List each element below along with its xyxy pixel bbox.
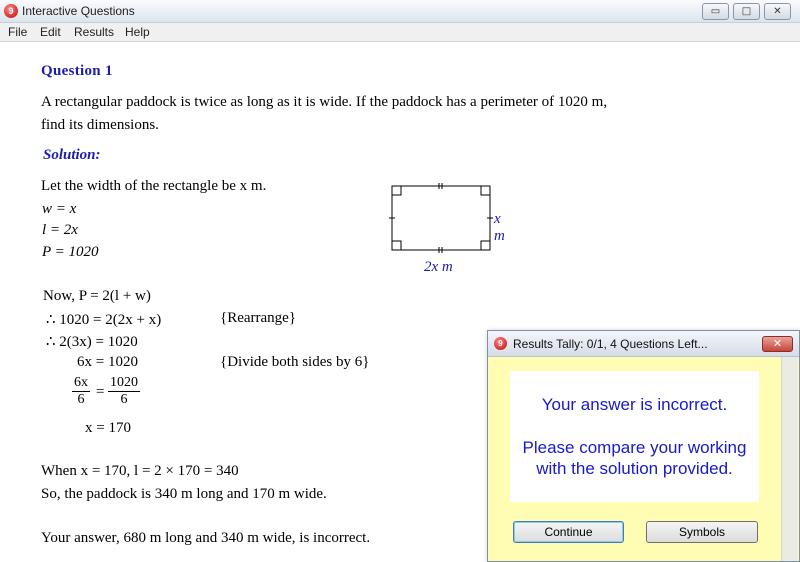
solution-when-line: When x = 170, l = 2 × 170 = 340 — [41, 463, 239, 479]
compare-message: Please compare your working with the sol… — [510, 437, 759, 479]
menu-bar: File Edit Results Help — [0, 23, 800, 42]
close-button[interactable]: ✕ — [764, 3, 791, 20]
solution-6x-line: 6x = 1020 — [77, 354, 138, 370]
solution-simplify-line: ∴ 2(3x) = 1020 — [46, 334, 138, 350]
solution-conclusion-line: So, the paddock is 340 m long and 170 m … — [41, 486, 327, 502]
solution-now-line: Now, P = 2(l + w) — [43, 288, 151, 304]
fraction-right-denominator: 6 — [120, 392, 128, 407]
question-text-line-1: A rectangular paddock is twice as long a… — [41, 94, 608, 110]
menu-file[interactable]: File — [8, 25, 27, 39]
minimize-button[interactable]: ▭ — [702, 3, 729, 20]
rearrange-note: {Rearrange} — [220, 310, 297, 326]
title-bar: 9 Interactive Questions ▭ □ ✕ — [0, 0, 800, 23]
dialog-title: Results Tally: 0/1, 4 Questions Left... — [513, 337, 708, 351]
divide-note: {Divide both sides by 6} — [220, 354, 370, 370]
fraction-left: 6x 6 — [72, 375, 90, 408]
question-text-line-2: find its dimensions. — [41, 117, 159, 133]
menu-results[interactable]: Results — [74, 25, 114, 39]
app-logo-icon: 9 — [4, 4, 18, 18]
solution-w-line: w = x — [42, 201, 77, 217]
compare-message-line-2: with the solution provided. — [536, 459, 733, 478]
solution-title: Solution: — [43, 147, 101, 163]
length-label: 2x m — [424, 259, 453, 275]
incorrect-message: Your answer is incorrect. — [541, 395, 728, 414]
continue-button[interactable]: Continue — [513, 521, 624, 543]
solution-let-line: Let the width of the rectangle be x m. — [41, 178, 267, 194]
solution-substitute-line: ∴ 1020 = 2(2x + x) — [46, 312, 162, 328]
fraction-equals: = — [96, 384, 105, 400]
solution-x-line: x = 170 — [85, 420, 131, 436]
dialog-title-bar: 9 Results Tally: 0/1, 4 Questions Left..… — [488, 331, 799, 357]
rectangle-diagram: x m 2x m — [388, 181, 505, 275]
close-icon: ✕ — [773, 6, 782, 17]
symbols-button[interactable]: Symbols — [646, 521, 758, 543]
window-title: Interactive Questions — [22, 4, 135, 18]
menu-edit[interactable]: Edit — [40, 25, 61, 39]
menu-help[interactable]: Help — [125, 25, 150, 39]
solution-l-line: l = 2x — [42, 222, 78, 238]
minimize-icon: ▭ — [710, 6, 721, 17]
results-tally-dialog: 9 Results Tally: 0/1, 4 Questions Left..… — [487, 330, 800, 562]
dialog-close-button[interactable]: ✕ — [762, 336, 793, 352]
result-message-panel: Your answer is incorrect. Please compare… — [510, 371, 759, 502]
fraction-left-denominator: 6 — [77, 392, 85, 407]
solution-p-line: P = 1020 — [42, 244, 99, 260]
dialog-scrollbar[interactable] — [781, 357, 798, 561]
fraction-right-numerator: 1020 — [108, 375, 140, 392]
fraction-right: 1020 6 — [108, 375, 140, 408]
dialog-app-icon: 9 — [494, 337, 507, 350]
maximize-button[interactable]: □ — [733, 3, 760, 20]
rectangle-figure — [389, 183, 493, 253]
compare-message-line-1: Please compare your working — [522, 438, 747, 457]
fraction-left-numerator: 6x — [72, 375, 90, 392]
question-title: Question 1 — [41, 63, 113, 79]
your-answer-line: Your answer, 680 m long and 340 m wide, … — [41, 530, 371, 546]
maximize-icon: □ — [741, 6, 752, 17]
width-label: x m — [494, 211, 505, 244]
